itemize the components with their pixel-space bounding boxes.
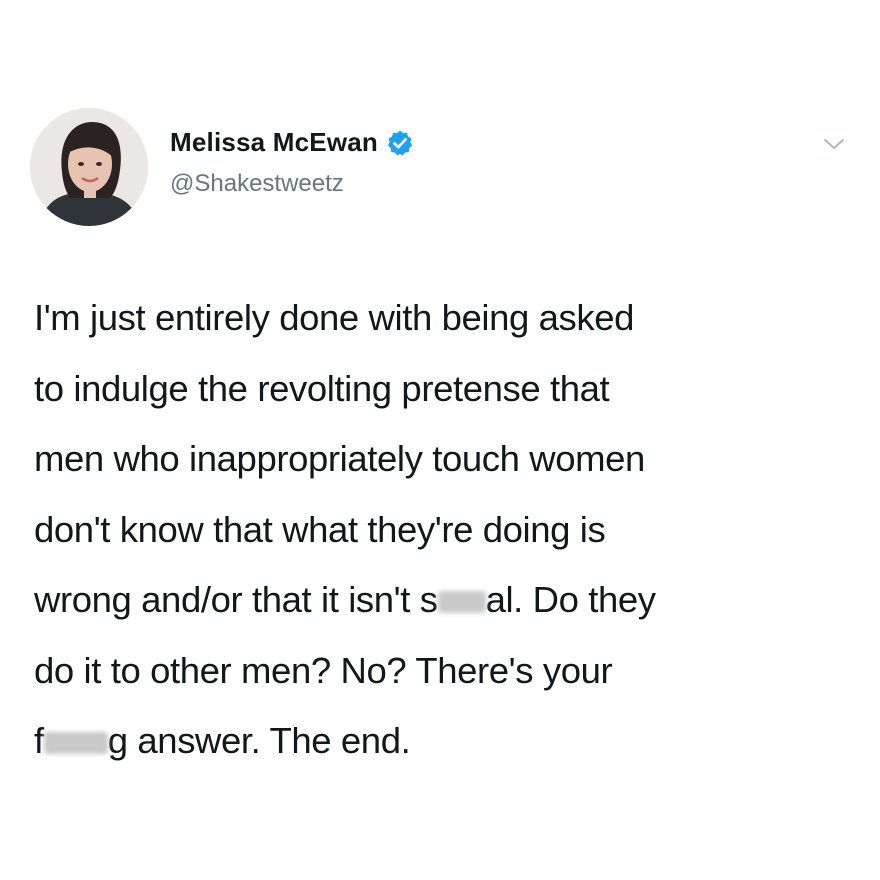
tweet-text-segment: g answer. The end.	[107, 720, 411, 761]
display-name[interactable]: Melissa McEwan	[170, 127, 378, 158]
tweet-card: Melissa McEwan @Shakestweetz I'm just en…	[0, 0, 880, 880]
tweet-text-line: wrong and/or that it isn't s al. Do they	[34, 565, 854, 636]
tweet-text-segment: wrong and/or that it isn't s	[34, 579, 438, 620]
tweet-text-line: men who inappropriately touch women	[34, 424, 854, 495]
chevron-down-icon[interactable]	[820, 134, 848, 154]
tweet-text-line: f g answer. The end.	[34, 706, 854, 777]
tweet-text-segment: al. Do they	[485, 579, 656, 620]
tweet-text-line: I'm just entirely done with being asked	[34, 283, 854, 354]
verified-badge-icon	[387, 130, 413, 156]
tweet-text-line: don't know that what they're doing is	[34, 495, 854, 566]
censor-blur	[43, 732, 108, 755]
tweet-text: I'm just entirely done with being asked …	[34, 283, 854, 777]
tweet-text-segment: don't know that what they're doing is	[34, 508, 606, 550]
tweet-text-segment: men who inappropriately touch women	[34, 438, 645, 479]
censor-blur	[437, 591, 486, 614]
avatar[interactable]	[30, 108, 148, 226]
user-handle[interactable]: @Shakestweetz	[170, 170, 344, 198]
tweet-text-segment: to indulge the revolting pretense that	[34, 367, 610, 409]
tweet-text-line: do it to other men? No? There's your	[34, 636, 854, 707]
tweet-text-line: to indulge the revolting pretense that	[34, 354, 854, 425]
tweet-text-segment: I'm just entirely done with being asked	[34, 297, 635, 338]
author-row: Melissa McEwan	[170, 127, 414, 158]
tweet-text-segment: do it to other men? No? There's your	[34, 649, 613, 691]
tweet-text-segment: f	[34, 720, 44, 761]
avatar-photo	[30, 108, 148, 226]
